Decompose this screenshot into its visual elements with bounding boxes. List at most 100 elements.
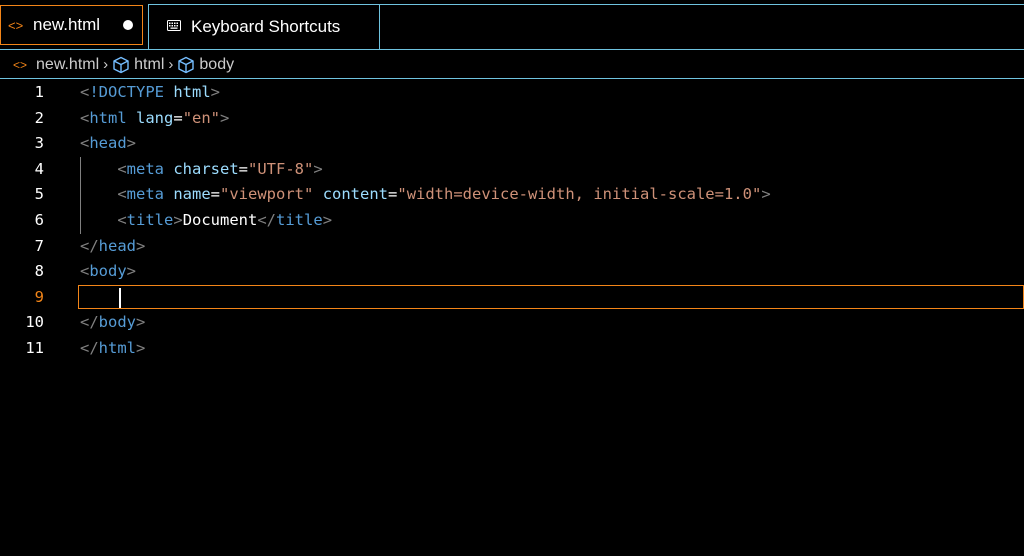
code-token: meta: [126, 159, 164, 178]
keyboard-icon: [167, 19, 183, 34]
code-token: =: [210, 185, 221, 204]
code-token: head: [89, 134, 127, 153]
code-token: "viewport": [220, 185, 314, 204]
code-token: html: [89, 108, 127, 127]
breadcrumb: <> new.html › html › body: [0, 51, 1024, 79]
line-content: <meta name="viewport" content="width=dev…: [80, 182, 771, 208]
code-token: >: [126, 134, 137, 153]
code-token: </: [257, 210, 277, 229]
code-token: >: [761, 185, 771, 204]
code-token: <: [117, 159, 127, 178]
line-content: <body>: [80, 259, 136, 285]
tab-new-html[interactable]: <> new.html: [0, 5, 143, 45]
code-token: >: [136, 338, 146, 357]
line-number: 10: [25, 313, 44, 332]
code-token: meta: [126, 185, 164, 204]
code-line[interactable]: 2 <html lang="en">: [0, 106, 1024, 132]
code-line[interactable]: 4 <meta charset="UTF-8">: [0, 156, 1024, 183]
code-token: lang: [136, 108, 174, 127]
code-line[interactable]: 7 </head>: [0, 234, 1024, 260]
code-token: =: [388, 185, 398, 204]
code-token: name: [173, 185, 211, 204]
line-number: 8: [34, 262, 44, 281]
line-content: <meta charset="UTF-8">: [80, 157, 323, 183]
line-number: 4: [34, 159, 44, 178]
code-token: !DOCTYPE: [89, 83, 164, 101]
code-token: "UTF-8": [248, 159, 314, 178]
code-line[interactable]: 9: [0, 284, 1024, 311]
line-content: <html lang="en">: [80, 106, 229, 132]
breadcrumb-label: html: [134, 55, 165, 73]
code-token: >: [313, 159, 323, 178]
code-editor[interactable]: 1 <!DOCTYPE html> 2 <html lang="en"> 3 <head>…: [0, 80, 1024, 362]
code-token: Document: [182, 210, 258, 229]
code-line[interactable]: 11 </html>: [0, 336, 1024, 362]
line-content: </html>: [80, 336, 145, 362]
line-content: </body>: [80, 310, 145, 336]
code-token: >: [136, 313, 146, 332]
code-token: "en": [182, 108, 221, 127]
breadcrumb-item-file[interactable]: <> new.html: [0, 56, 99, 74]
unsaved-dot-icon[interactable]: [123, 20, 133, 30]
code-token: <: [80, 108, 90, 127]
code-line[interactable]: 6 <title>Document</title>: [0, 207, 1024, 234]
code-line[interactable]: 10 </body>: [0, 310, 1024, 336]
breadcrumb-item-body[interactable]: body: [177, 56, 234, 74]
line-number: 6: [34, 210, 44, 229]
code-token: html: [98, 338, 136, 357]
line-content: <!DOCTYPE html>: [80, 80, 220, 106]
line-number: 7: [34, 236, 44, 255]
code-token: <: [117, 210, 127, 229]
line-content: <head>: [80, 131, 136, 157]
breadcrumb-label: body: [199, 55, 235, 73]
code-token: head: [98, 236, 136, 255]
current-line-highlight: [78, 284, 1024, 309]
text-cursor: [119, 287, 121, 308]
line-content: </head>: [80, 234, 145, 260]
code-token: </: [80, 313, 99, 332]
code-token: >: [126, 262, 137, 281]
cube-icon: [112, 56, 130, 74]
line-number: 3: [34, 134, 44, 153]
chevron-right-icon: ›: [168, 56, 174, 73]
code-icon: <>: [8, 17, 24, 33]
line-number: 9: [34, 287, 44, 306]
line-number: 11: [25, 338, 44, 357]
code-token: body: [98, 313, 136, 332]
breadcrumb-item-html[interactable]: html: [112, 56, 164, 74]
code-token: >: [322, 210, 333, 229]
chevron-right-icon: ›: [103, 56, 109, 73]
code-token: charset: [173, 159, 239, 178]
code-token: <: [80, 83, 90, 101]
code-token: <: [80, 262, 90, 281]
code-token: html: [173, 83, 211, 101]
code-token: "width=device-width, initial-scale=1.0": [397, 185, 762, 204]
code-line[interactable]: 8 <body>: [0, 259, 1024, 285]
code-token: content: [322, 185, 389, 204]
code-token: <: [117, 185, 127, 204]
line-number: 2: [34, 108, 44, 127]
code-token: title: [276, 210, 323, 229]
tab-bar: <> new.html Keyboard Shortcuts: [0, 0, 1024, 50]
code-token: body: [89, 262, 127, 281]
tab-label: new.html: [33, 15, 101, 34]
tab-keyboard-shortcuts[interactable]: Keyboard Shortcuts: [149, 4, 379, 49]
code-token: >: [173, 210, 183, 229]
code-token: >: [136, 236, 146, 255]
code-line[interactable]: 3 <head>: [0, 131, 1024, 157]
tab-label: Keyboard Shortcuts: [191, 16, 341, 36]
code-line[interactable]: 1 <!DOCTYPE html>: [0, 80, 1024, 106]
tab-divider: [379, 4, 380, 49]
line-content: <title>Document</title>: [80, 208, 332, 234]
code-line[interactable]: 5 <meta name="viewport" content="width=d…: [0, 182, 1024, 208]
code-icon: <>: [13, 57, 28, 72]
code-token: <: [80, 134, 90, 153]
code-token: =: [173, 108, 183, 127]
code-token: >: [210, 83, 221, 101]
